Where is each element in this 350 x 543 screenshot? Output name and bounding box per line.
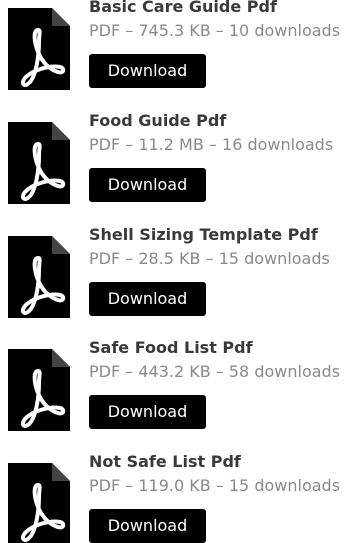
download-button[interactable]: Download bbox=[89, 168, 206, 202]
downloads-list: Basic Care Guide Pdf PDF – 745.3 KB – 10… bbox=[0, 0, 350, 543]
pdf-icon[interactable] bbox=[8, 349, 70, 431]
download-button[interactable]: Download bbox=[89, 509, 206, 543]
download-button[interactable]: Download bbox=[89, 54, 206, 88]
download-button[interactable]: Download bbox=[89, 395, 206, 429]
download-item: Shell Sizing Template Pdf PDF – 28.5 KB … bbox=[0, 217, 350, 318]
item-meta: PDF – 745.3 KB – 10 downloads bbox=[89, 21, 341, 40]
pdf-icon[interactable] bbox=[8, 122, 70, 204]
item-meta: PDF – 28.5 KB – 15 downloads bbox=[89, 249, 330, 268]
download-button[interactable]: Download bbox=[89, 282, 206, 316]
download-item: Food Guide Pdf PDF – 11.2 MB – 16 downlo… bbox=[0, 103, 350, 204]
download-item: Not Safe List Pdf PDF – 119.0 KB – 15 do… bbox=[0, 444, 350, 543]
item-title[interactable]: Not Safe List Pdf bbox=[89, 451, 241, 473]
item-title[interactable]: Food Guide Pdf bbox=[89, 110, 226, 132]
pdf-icon[interactable] bbox=[8, 8, 70, 90]
item-meta: PDF – 443.2 KB – 58 downloads bbox=[89, 362, 341, 381]
item-title[interactable]: Safe Food List Pdf bbox=[89, 337, 253, 359]
download-item: Safe Food List Pdf PDF – 443.2 KB – 58 d… bbox=[0, 330, 350, 431]
item-meta: PDF – 11.2 MB – 16 downloads bbox=[89, 135, 334, 154]
item-meta: PDF – 119.0 KB – 15 downloads bbox=[89, 476, 341, 495]
item-title[interactable]: Shell Sizing Template Pdf bbox=[89, 224, 318, 246]
pdf-icon[interactable] bbox=[8, 236, 70, 318]
download-item: Basic Care Guide Pdf PDF – 745.3 KB – 10… bbox=[0, 0, 350, 90]
pdf-icon[interactable] bbox=[8, 463, 70, 543]
item-title[interactable]: Basic Care Guide Pdf bbox=[89, 0, 277, 18]
